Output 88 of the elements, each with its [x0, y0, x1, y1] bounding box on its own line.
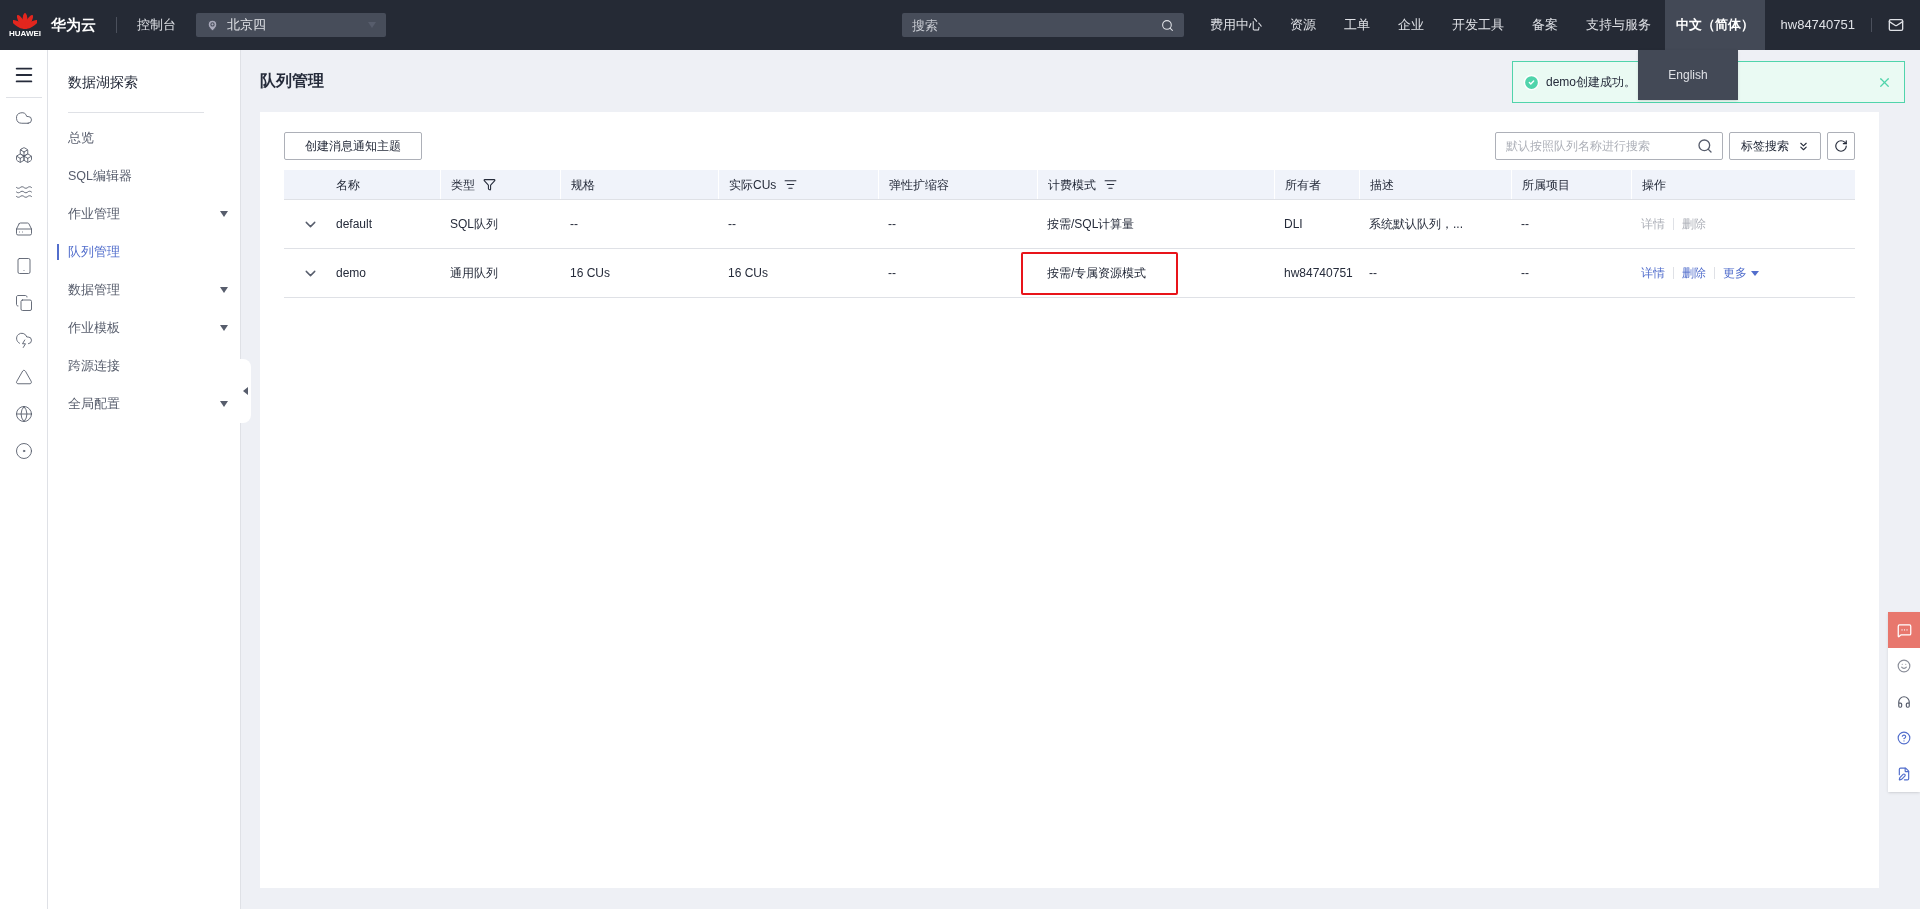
menu-item[interactable]: English — [1668, 66, 1708, 84]
column-header: 规格 — [571, 176, 595, 194]
column-header: 弹性扩缩容 — [889, 176, 949, 194]
page-title: 队列管理 — [260, 71, 324, 91]
headset-icon[interactable] — [1897, 695, 1911, 709]
table-cell-text: hw84740751 — [1284, 265, 1353, 282]
location-icon — [206, 18, 219, 32]
tag-search-button[interactable]: 标签搜索 — [1729, 132, 1821, 160]
nav-link[interactable]: 企业 — [1383, 0, 1438, 50]
triangle-icon[interactable] — [14, 368, 33, 386]
tablet-icon[interactable] — [14, 257, 33, 275]
chat-button[interactable] — [1888, 612, 1920, 648]
search-icon[interactable] — [1697, 138, 1713, 154]
user-name[interactable]: hw84740751 — [1764, 15, 1871, 35]
column-header: 所有者 — [1285, 176, 1321, 194]
region-select[interactable]: 北京四 — [196, 13, 386, 37]
mail-icon[interactable] — [1888, 17, 1904, 33]
column-header: 类型 — [451, 176, 475, 194]
table-cell-text: 系统默认队列，... — [1369, 216, 1463, 233]
create-topic-button[interactable]: 创建消息通知主题 — [284, 132, 422, 160]
table-cell-text: -- — [1521, 265, 1529, 282]
action-link[interactable]: 删除 — [1682, 264, 1706, 282]
cloud-icon[interactable] — [14, 109, 33, 127]
search-icon[interactable] — [1160, 19, 1174, 32]
more-dropdown[interactable]: 更多 — [1723, 264, 1759, 282]
nav-link[interactable]: 工单 — [1329, 0, 1384, 50]
nav-link[interactable]: 中文（简体） — [1664, 0, 1765, 50]
column-header: 描述 — [1370, 176, 1394, 194]
toast-message: demo创建成功。 — [1546, 74, 1637, 91]
sidebar-item[interactable]: SQL编辑器 — [57, 157, 228, 195]
table-cell-text: -- — [728, 216, 736, 233]
nav-link[interactable]: 开发工具 — [1437, 0, 1518, 50]
pages-icon[interactable] — [14, 294, 33, 312]
help-icon[interactable] — [1897, 731, 1911, 745]
sort-icon[interactable] — [1104, 178, 1117, 191]
nodes-icon[interactable] — [14, 146, 33, 164]
global-search-field[interactable]: 搜索 — [901, 13, 1184, 37]
table-cell-text: 通用队列 — [450, 265, 498, 282]
wave-icon[interactable] — [14, 183, 33, 201]
success-icon — [1523, 73, 1540, 91]
sidebar-item[interactable]: 全局配置 — [57, 385, 228, 423]
sidebar-title: 数据湖探索 — [68, 73, 139, 92]
brand-name[interactable]: 华为云 — [51, 13, 96, 37]
chat-icon — [1896, 622, 1912, 638]
table-cell-text: -- — [888, 216, 896, 233]
sidebar-item[interactable]: 跨源连接 — [57, 347, 228, 385]
table-cell-text: 按需/SQL计算量 — [1047, 216, 1135, 233]
column-header: 计费模式 — [1048, 176, 1096, 194]
sort-icon[interactable] — [784, 178, 798, 191]
sidebar-item[interactable]: 队列管理 — [57, 233, 228, 271]
nav-link[interactable]: 支持与服务 — [1571, 0, 1665, 50]
form-icon[interactable] — [1897, 767, 1911, 781]
sidebar-item[interactable]: 总览 — [57, 119, 228, 157]
caret-icon — [1751, 270, 1759, 276]
nav-link[interactable]: 资源 — [1275, 0, 1330, 50]
table-cell-text: DLI — [1284, 216, 1303, 233]
sidebar-item[interactable]: 数据管理 — [57, 271, 228, 309]
sidebar-item[interactable]: 作业模板 — [57, 309, 228, 347]
globe-icon[interactable] — [14, 405, 33, 423]
logo-text: HUAWEI — [9, 30, 41, 38]
table-cell-text: SQL队列 — [450, 216, 498, 233]
table-cell-text: demo — [336, 265, 367, 282]
action-link[interactable]: 详情 — [1641, 264, 1665, 282]
nav-link[interactable]: 备案 — [1517, 0, 1572, 50]
refresh-icon — [1834, 139, 1848, 153]
cloud-icon[interactable] — [14, 331, 33, 349]
sidebar-item[interactable]: 作业管理 — [57, 195, 228, 233]
column-header: 实际CUs — [729, 176, 777, 194]
table-cell-text: 16 CUs — [728, 265, 768, 282]
table-cell-text: -- — [570, 216, 578, 233]
column-header: 操作 — [1642, 176, 1666, 194]
table-cell-text: 按需/专属资源模式 — [1047, 265, 1147, 282]
collapse-handle[interactable] — [239, 359, 251, 423]
console-link[interactable]: 控制台 — [137, 15, 176, 35]
refresh-button[interactable] — [1827, 132, 1855, 160]
column-header: 名称 — [336, 176, 360, 194]
table-cell-text: -- — [1521, 216, 1529, 233]
smiley-icon[interactable] — [1897, 659, 1911, 673]
nav-link[interactable]: 费用中心 — [1195, 0, 1276, 50]
table-cell-text: -- — [888, 265, 896, 282]
circle-icon[interactable] — [14, 442, 33, 460]
table-cell-text: default — [336, 216, 373, 233]
table-cell-text: -- — [1369, 265, 1377, 282]
column-header: 所属项目 — [1522, 176, 1570, 194]
queue-search-field[interactable]: 默认按照队列名称进行搜索 — [1495, 132, 1723, 160]
filter-icon[interactable] — [483, 178, 496, 191]
table-cell-text: 16 CUs — [570, 265, 610, 282]
drive-icon[interactable] — [14, 220, 33, 238]
